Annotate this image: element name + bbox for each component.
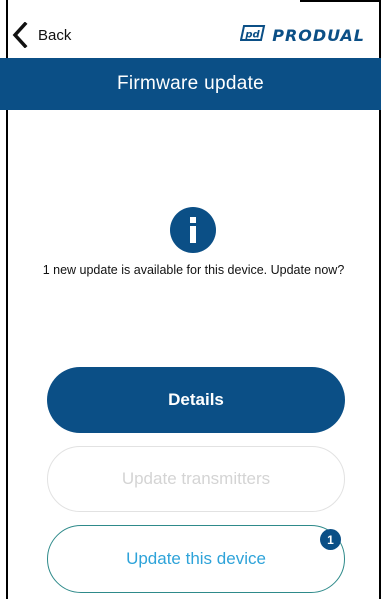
update-message: 1 new update is available for this devic… [42,263,345,277]
update-transmitters-button: Update transmitters [47,446,345,512]
produal-logo-mark: pd [239,24,266,47]
logo-mark-text: pd [245,30,261,41]
update-count-badge: 1 [320,529,341,550]
title-bar: Firmware update [0,58,381,110]
window-edge-top [300,0,381,2]
info-icon [170,207,216,253]
produal-logo: pd PRODUAL [239,24,365,47]
update-this-device-button[interactable]: Update this device [47,525,345,593]
top-bar: Back pd PRODUAL [8,10,379,58]
details-button[interactable]: Details [47,367,345,433]
chevron-left-icon [12,22,28,48]
firmware-update-screen: Back pd PRODUAL Firmware update 1 new up… [0,0,381,599]
back-label: Back [38,26,72,44]
back-button[interactable]: Back [12,16,71,54]
page-title: Firmware update [116,73,265,94]
logo-text: PRODUAL [272,26,365,45]
